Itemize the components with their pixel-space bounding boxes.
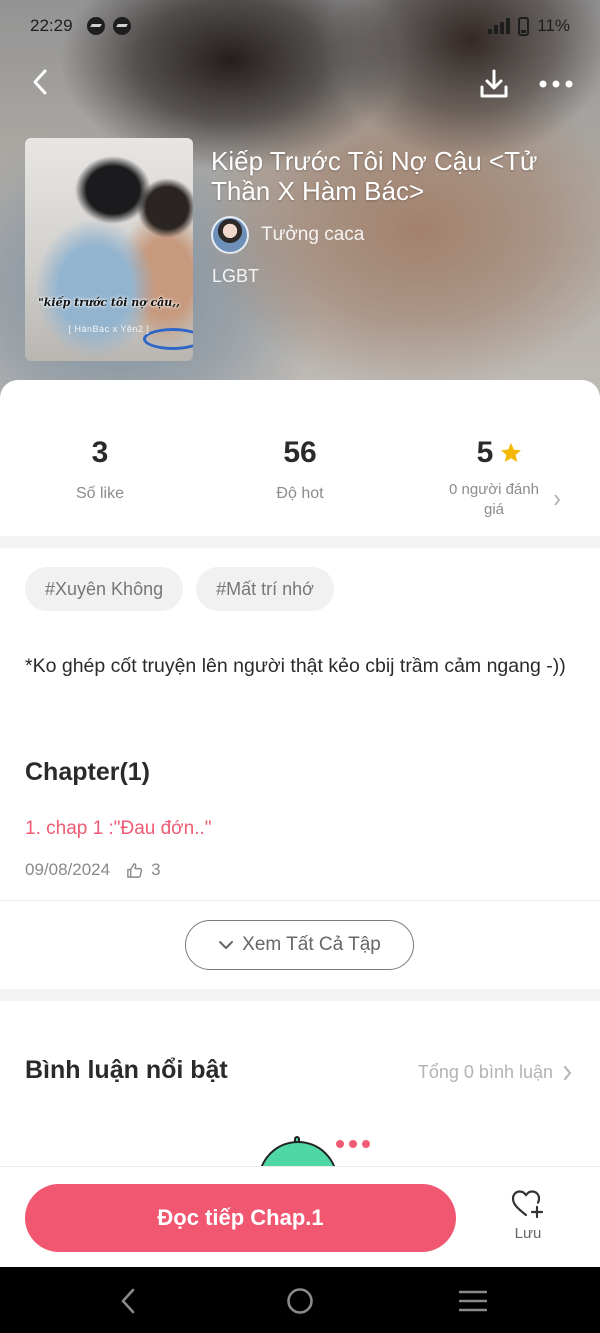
chapter-item-1[interactable]: 1. chap 1 :"Đau đớn.." — [25, 818, 212, 840]
likes-label: Số like — [75, 485, 125, 502]
rating-stat[interactable]: 5 0 người đánh giá — [400, 436, 600, 520]
comments-total-link[interactable]: Tổng 0 bình luận — [418, 1062, 572, 1083]
hot-stat: 56 Độ hot — [200, 436, 400, 504]
continue-reading-button[interactable]: Đọc tiếp Chap.1 — [25, 1184, 456, 1252]
cover-caption: "kiếp trước tôi nợ cậu,, — [38, 296, 180, 309]
messenger-icon — [112, 17, 131, 35]
section-divider — [0, 989, 600, 1001]
likes-stat: 3 Số like — [0, 436, 200, 504]
signal-icon — [488, 18, 511, 34]
rating-label: 0 người đánh giá — [449, 481, 539, 518]
battery-icon — [518, 16, 530, 36]
save-label: Lưu — [514, 1225, 542, 1242]
system-home-button[interactable] — [280, 1281, 320, 1321]
view-all-chapters-button[interactable]: Xem Tất Cả Tập — [185, 920, 414, 970]
more-horizontal-icon — [539, 80, 573, 88]
comments-heading: Bình luận nổi bật — [25, 1056, 228, 1084]
battery-level: 11% — [537, 16, 570, 35]
chapter-divider — [0, 900, 600, 901]
section-divider — [0, 536, 600, 548]
view-all-label: Xem Tất Cả Tập — [242, 934, 381, 955]
story-title: Kiếp Trước Tôi Nợ Cậu <Tử Thần X Hàm Bác… — [211, 146, 538, 206]
cover-subcaption: [ HànBác x Yên2 ] — [68, 324, 150, 334]
stats-row: 3 Số like 56 Độ hot 5 0 người đánh giá — [0, 400, 600, 540]
status-time: 22:29 — [30, 16, 73, 35]
likes-count: 3 — [91, 436, 109, 469]
chevron-right-icon — [554, 494, 561, 506]
system-recents-button[interactable] — [453, 1281, 493, 1321]
menu-icon — [459, 1290, 487, 1312]
back-button[interactable] — [22, 64, 58, 100]
chevron-left-icon — [33, 69, 47, 95]
chapter-heading: Chapter(1) — [25, 758, 151, 786]
tag-xuyen-khong[interactable]: #Xuyên Không — [25, 567, 184, 611]
story-description: *Ko ghép cốt truyện lên người thật kẻo c… — [25, 655, 566, 677]
thumbs-up-icon — [126, 862, 143, 879]
author-link[interactable]: Tưởng caca — [211, 216, 364, 254]
hot-count: 56 — [283, 436, 317, 469]
system-back-button[interactable] — [108, 1281, 148, 1321]
tag-mat-tri-nho[interactable]: #Mất trí nhớ — [196, 567, 334, 611]
tag-list: #Xuyên Không #Mất trí nhớ — [25, 567, 334, 611]
save-to-library-button[interactable]: Lưu — [498, 1189, 558, 1249]
heart-plus-icon — [511, 1190, 544, 1219]
author-name: Tưởng caca — [261, 224, 365, 245]
hot-label: Độ hot — [276, 485, 324, 502]
messenger-icon — [86, 17, 105, 35]
star-icon — [501, 443, 522, 462]
chapter-like-count: 3 — [151, 860, 161, 879]
bottom-action-bar: Đọc tiếp Chap.1 Lưu — [0, 1166, 600, 1267]
more-options-button[interactable] — [536, 64, 576, 104]
genre-label: LGBT — [212, 266, 260, 286]
chevron-down-icon — [219, 941, 234, 949]
chevron-right-icon — [564, 1065, 572, 1080]
top-navigation — [0, 58, 600, 108]
download-icon — [480, 69, 508, 98]
home-circle-icon — [287, 1288, 313, 1314]
author-avatar — [211, 216, 249, 254]
story-cover-image: "kiếp trước tôi nợ cậu,, [ HànBác x Yên2… — [25, 138, 193, 361]
chevron-left-icon — [121, 1288, 135, 1314]
rating-value: 5 — [476, 436, 494, 469]
chapter-meta: 09/08/2024 3 — [25, 860, 161, 880]
chapter-date: 09/08/2024 — [25, 860, 111, 879]
download-button[interactable] — [474, 64, 514, 104]
status-bar: 22:29 11% — [0, 0, 600, 52]
system-navigation-bar — [0, 1267, 600, 1333]
comments-total-label: Tổng 0 bình luận — [417, 1062, 553, 1082]
